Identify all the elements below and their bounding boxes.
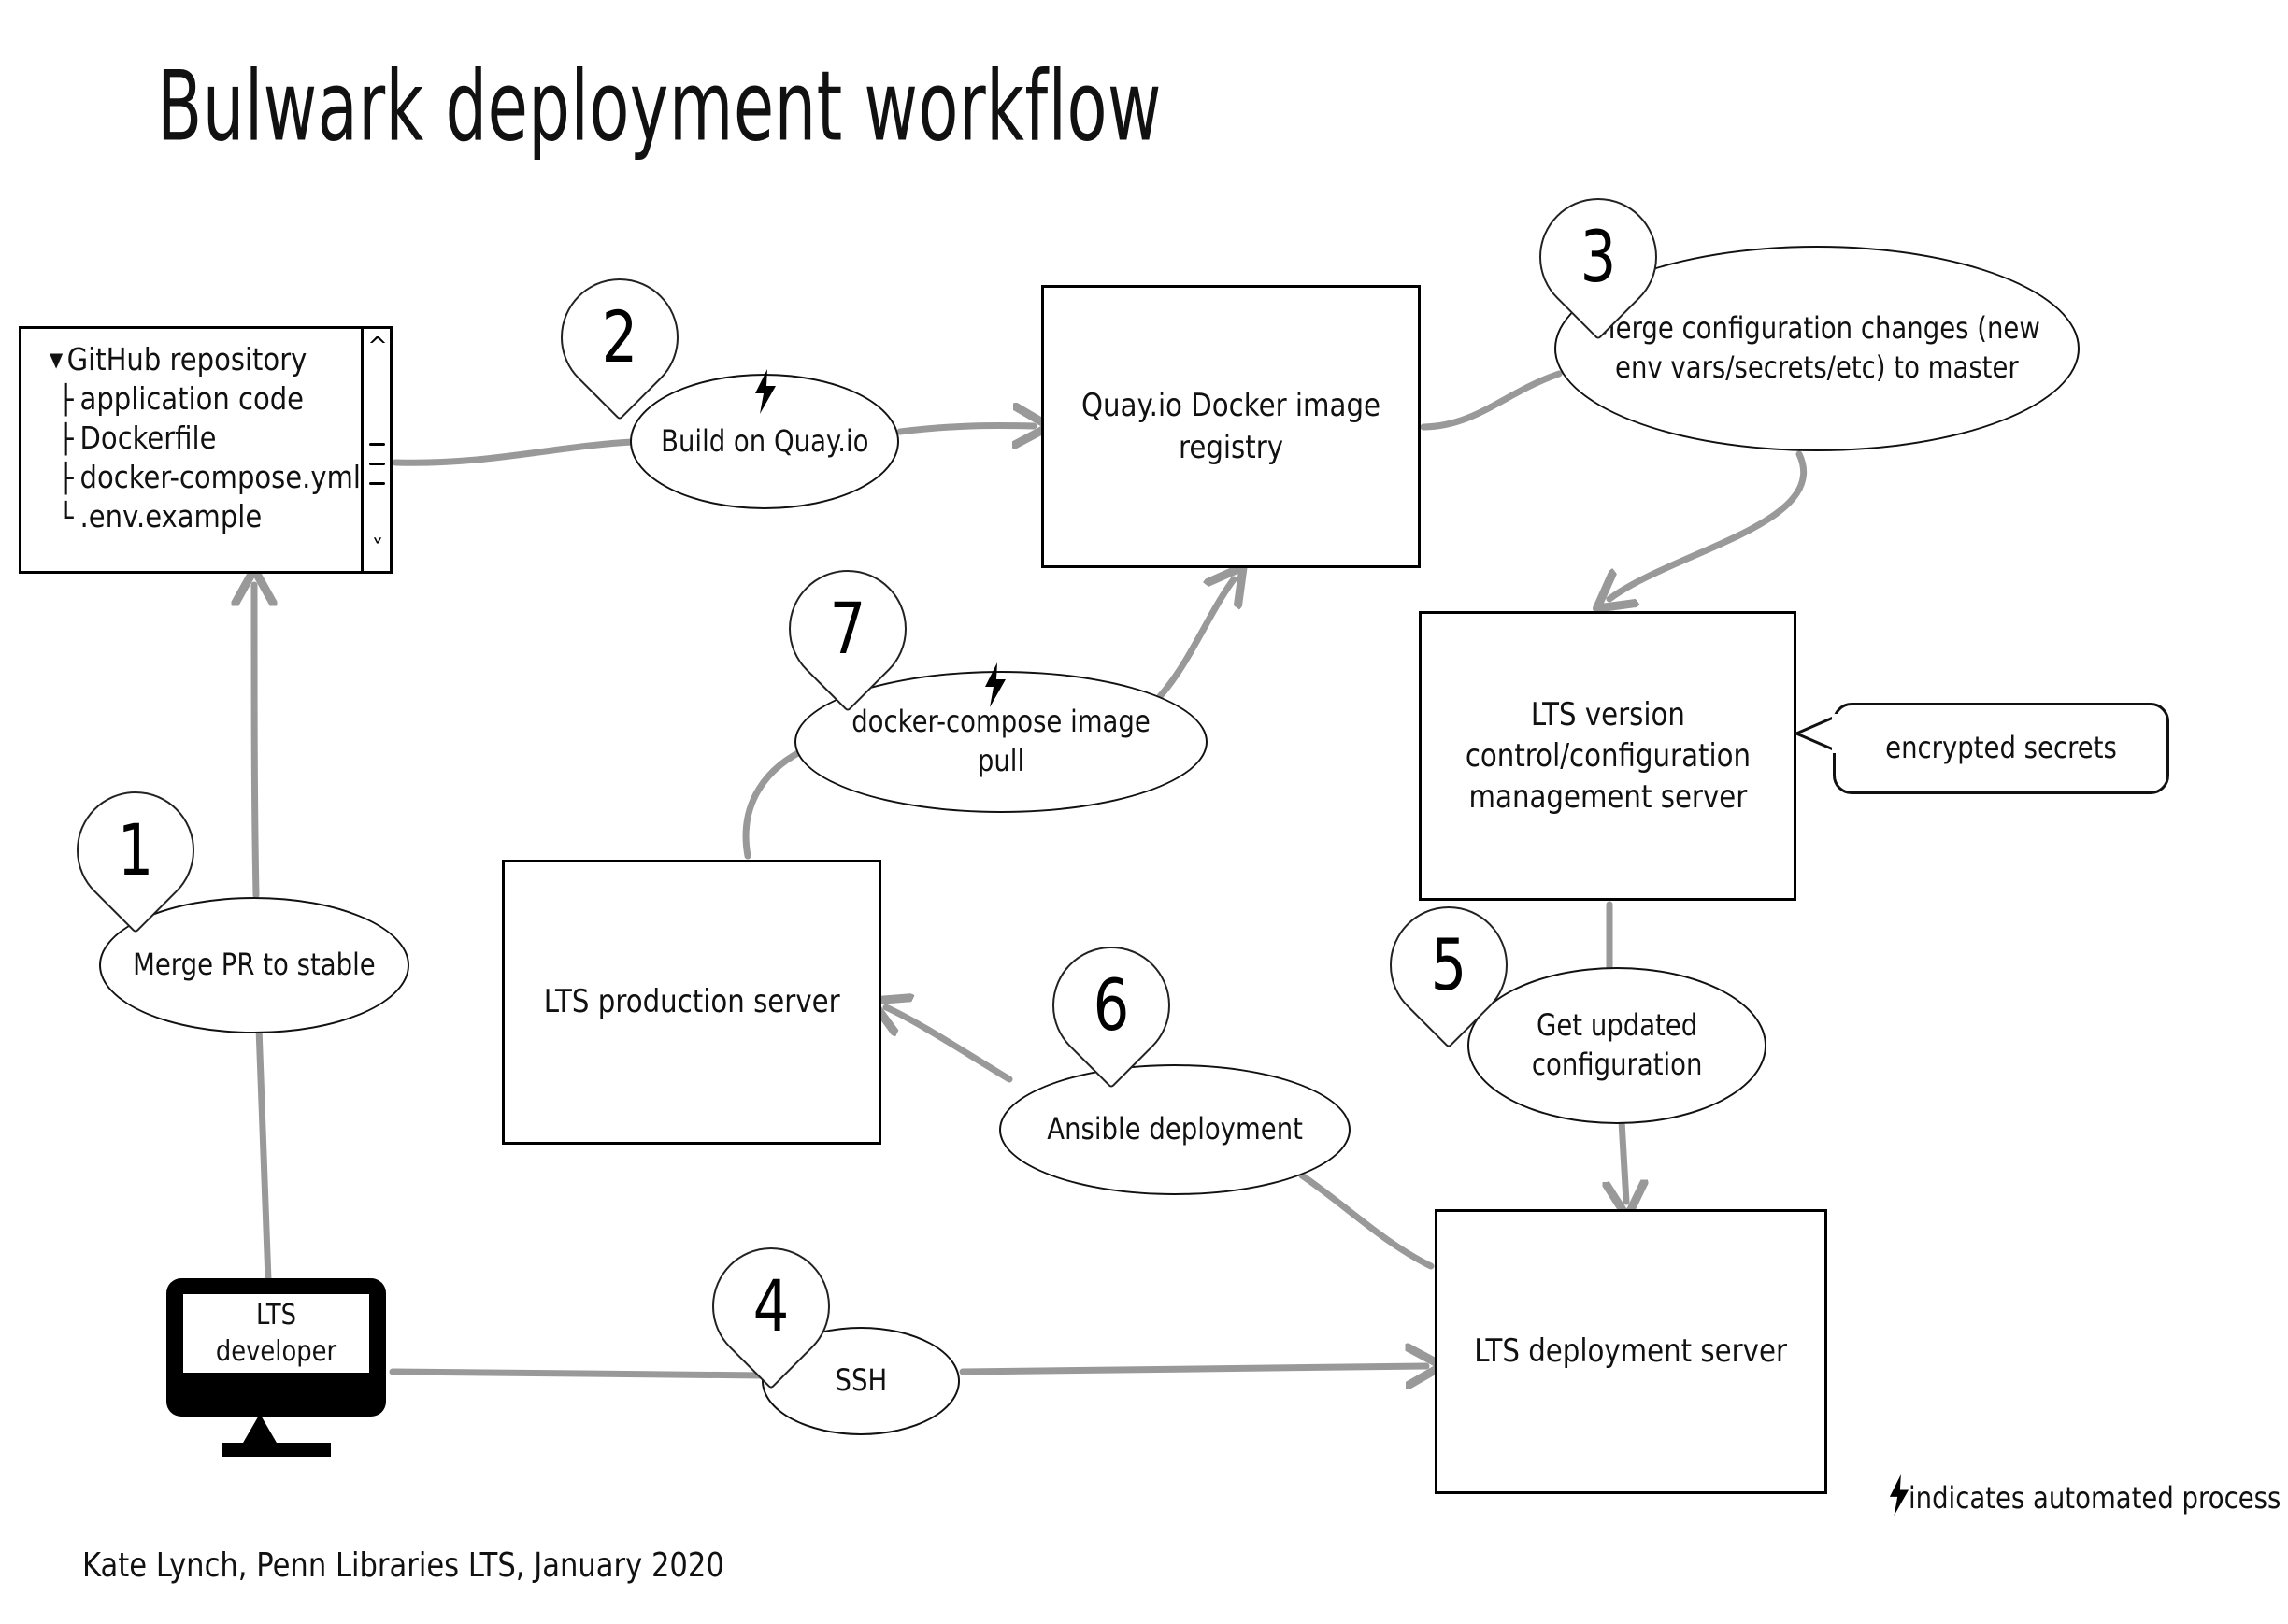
repo-file-label: application code: [79, 380, 305, 417]
edge-ssh-to-deploy: [959, 1366, 1426, 1372]
production-server-label: LTS production server: [543, 983, 840, 1021]
step-number-callout: 7: [764, 545, 932, 713]
lightning-bolt-icon: [1888, 1474, 1910, 1516]
deployment-server-label: LTS deployment server: [1474, 1332, 1788, 1371]
step-number-label: 6: [1093, 963, 1130, 1047]
chevron-down-icon[interactable]: ˅: [366, 537, 389, 562]
repo-root-label: GitHub repository: [66, 341, 307, 378]
quay-registry-box: Quay.io Docker image registry: [1041, 285, 1421, 568]
edge-mergepr-to-repo: [254, 585, 256, 899]
edge-pull-to-registry: [1143, 579, 1234, 714]
repo-root-row[interactable]: ▼ GitHub repository: [50, 340, 361, 379]
edge-deploy-to-ansible: [1298, 1172, 1435, 1270]
monitor-foot-icon: [222, 1443, 331, 1457]
edge-dev-to-ssh: [389, 1368, 768, 1379]
edge-getcfg-to-deploy: [1622, 1118, 1626, 1202]
page-title: Bulwark deployment workflow: [157, 49, 1162, 164]
step-number-callout: 2: [536, 253, 704, 421]
vcs-management-server-label: LTS version control/configuration manage…: [1465, 695, 1751, 817]
edge-prod-to-pull: [742, 744, 813, 860]
step-docker-compose-pull-label: docker-compose image pull: [851, 704, 1151, 778]
developer-label: LTS developer: [215, 1299, 337, 1368]
developer-monitor-icon: LTS developer: [166, 1278, 386, 1457]
monitor-screen: LTS developer: [183, 1294, 369, 1373]
chevron-up-icon[interactable]: ^: [366, 335, 389, 359]
step-number-label: 7: [829, 587, 866, 670]
repository-scrollbar[interactable]: ^ ˅: [361, 329, 390, 571]
step-number-label: 4: [752, 1264, 790, 1347]
step-ssh-label: SSH: [835, 1362, 887, 1399]
edge-build-to-registry: [896, 426, 1034, 432]
quay-registry-label: Quay.io Docker image registry: [1081, 387, 1380, 466]
step-number-callout: 4: [687, 1222, 855, 1390]
step-number-label: 1: [117, 808, 154, 891]
scrollbar-grip-icon[interactable]: [369, 443, 385, 446]
encrypted-secrets-label: encrypted secrets: [1885, 730, 2117, 766]
tree-branch-icon: └: [58, 502, 74, 534]
vcs-management-server-box: LTS version control/configuration manage…: [1419, 611, 1796, 901]
tree-branch-icon: ├: [58, 384, 74, 417]
step-number-label: 3: [1580, 215, 1617, 298]
step-ansible-deployment-bubble: Ansible deployment: [999, 1064, 1351, 1195]
step-number-callout: 3: [1514, 173, 1682, 341]
legend-label: indicates automated process: [1909, 1480, 2281, 1516]
tree-branch-icon: ├: [58, 463, 74, 495]
lightning-bolt-icon: [753, 369, 778, 414]
production-server-box: LTS production server: [502, 860, 881, 1145]
step-number-callout: 6: [1027, 921, 1195, 1090]
repo-file-row[interactable]: └ .env.example: [50, 497, 361, 536]
repo-file-row[interactable]: ├ application code: [50, 379, 361, 419]
step-build-on-quay-label: Build on Quay.io: [660, 422, 869, 459]
step-number-callout: 5: [1365, 881, 1533, 1049]
diagram-canvas: Bulwark deployment workflow ▼ GitHub repo…: [0, 0, 2288, 1624]
edge-registry-to-merge3: [1420, 370, 1563, 431]
scrollbar-grip-icon[interactable]: [369, 482, 385, 485]
edge-ansible-to-prod: [886, 1007, 1013, 1083]
tree-branch-icon: ├: [58, 423, 74, 456]
speech-bubble-tail-icon: [1795, 714, 1839, 753]
step-merge-config-label: Merge configuration changes (new env var…: [1594, 310, 2040, 385]
step-get-updated-config-bubble: Get updated configuration: [1467, 967, 1766, 1124]
scrollbar-grip-icon[interactable]: [369, 463, 385, 465]
step-number-label: 5: [1430, 923, 1467, 1006]
edge-dev-to-mergepr: [255, 1024, 272, 1284]
edge-merge3-to-vcs: [1609, 450, 1808, 599]
github-repository-box: ▼ GitHub repository ├ application code ├ Do…: [19, 326, 393, 574]
step-ansible-deployment-label: Ansible deployment: [1047, 1111, 1303, 1147]
author-credit: Kate Lynch, Penn Libraries LTS, January …: [82, 1546, 724, 1585]
encrypted-secrets-bubble: encrypted secrets: [1833, 703, 2169, 794]
repo-file-label: Dockerfile: [79, 420, 217, 456]
repo-file-row[interactable]: ├ docker-compose.yml: [50, 458, 361, 497]
step-merge-pr-label: Merge PR to stable: [133, 947, 376, 983]
lightning-bolt-icon: [983, 662, 1008, 707]
repo-file-label: docker-compose.yml: [79, 459, 361, 495]
step-number-callout: 1: [51, 766, 220, 934]
triangle-down-icon[interactable]: ▼: [50, 348, 63, 373]
repo-file-label: .env.example: [79, 498, 263, 534]
deployment-server-box: LTS deployment server: [1435, 1209, 1827, 1494]
repository-file-tree: ▼ GitHub repository ├ application code ├ Do…: [50, 340, 361, 536]
repo-file-row[interactable]: ├ Dockerfile: [50, 419, 361, 458]
step-number-label: 2: [601, 295, 638, 378]
edge-repo-to-build: [392, 438, 636, 466]
step-get-updated-config-label: Get updated configuration: [1531, 1007, 1703, 1082]
